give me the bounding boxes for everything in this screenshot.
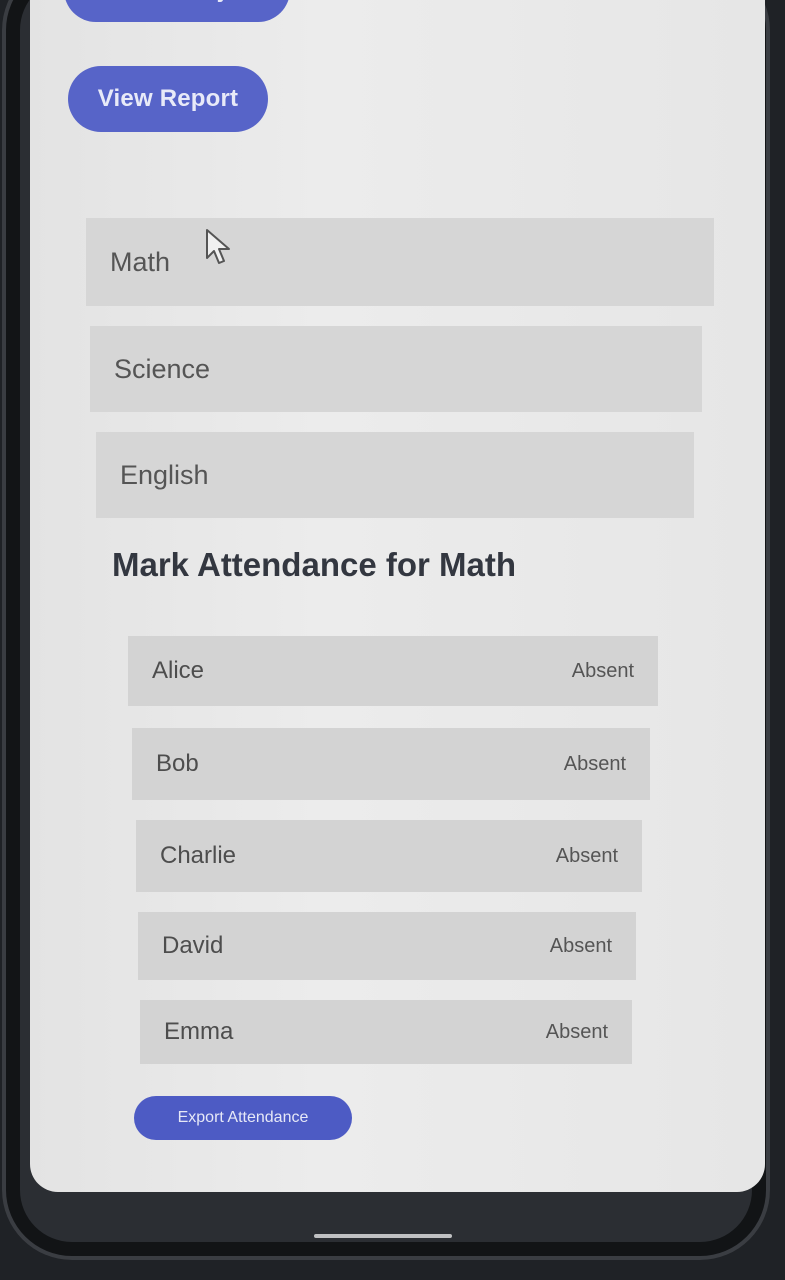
subject-item-english[interactable]: English — [96, 432, 694, 518]
phone-frame: Select Subject View Report Math Science … — [2, 0, 770, 1260]
student-name: Emma — [164, 1018, 234, 1045]
subject-label: Science — [114, 353, 211, 384]
attendance-status-toggle[interactable]: Absent — [550, 935, 612, 958]
attendance-status-toggle[interactable]: Absent — [556, 845, 618, 868]
student-name: Charlie — [160, 842, 237, 869]
student-row-alice[interactable]: Alice Absent — [128, 636, 658, 706]
student-row-bob[interactable]: Bob Absent — [132, 728, 650, 800]
student-row-david[interactable]: David Absent — [138, 912, 636, 980]
app-screen: Select Subject View Report Math Science … — [30, 0, 765, 1192]
student-row-charlie[interactable]: Charlie Absent — [136, 820, 642, 892]
subject-item-science[interactable]: Science — [90, 326, 702, 412]
export-attendance-button[interactable]: Export Attendance — [134, 1096, 352, 1140]
subject-label: Math — [110, 246, 171, 277]
attendance-status-toggle[interactable]: Absent — [572, 660, 634, 683]
student-name: David — [162, 932, 224, 959]
attendance-heading: Mark Attendance for Math — [112, 546, 516, 583]
mouse-pointer-icon — [206, 229, 230, 264]
subject-item-math[interactable]: Math — [86, 218, 714, 306]
attendance-status-toggle[interactable]: Absent — [546, 1021, 608, 1044]
select-subject-button[interactable]: Select Subject — [64, 0, 290, 22]
attendance-status-toggle[interactable]: Absent — [564, 753, 626, 776]
subject-label: English — [120, 459, 209, 490]
home-indicator[interactable] — [314, 1234, 452, 1238]
student-name: Bob — [156, 750, 199, 777]
student-row-emma[interactable]: Emma Absent — [140, 1000, 632, 1064]
view-report-button[interactable]: View Report — [68, 66, 268, 132]
student-name: Alice — [152, 657, 205, 684]
